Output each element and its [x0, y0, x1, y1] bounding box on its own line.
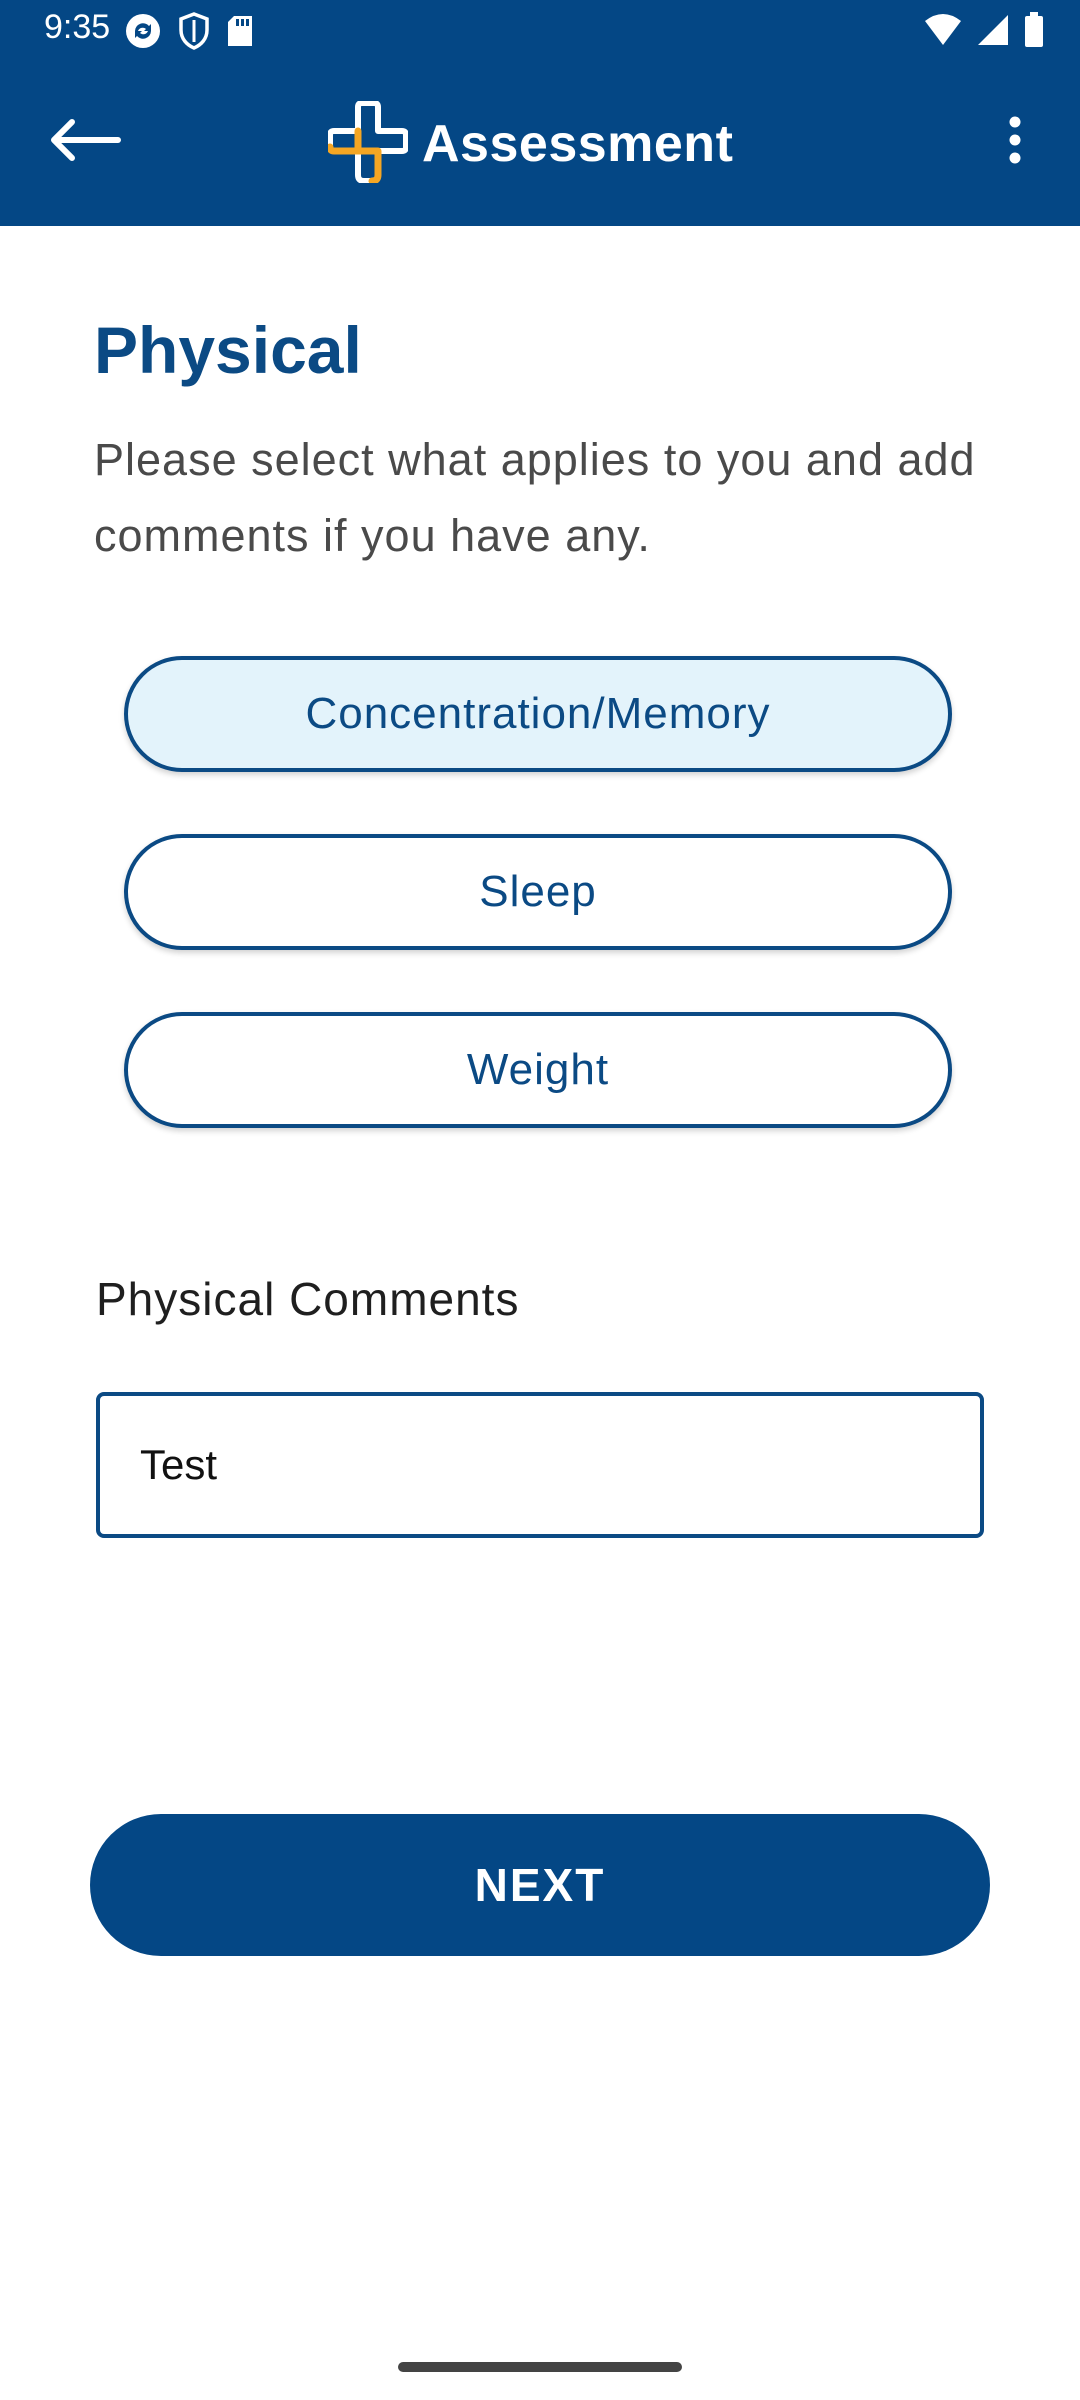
option-concentration-memory[interactable]: Concentration/Memory: [124, 656, 952, 772]
section-title: Physical: [94, 313, 362, 387]
app-bar: Assessment: [0, 64, 1080, 226]
wifi-icon: [924, 13, 962, 52]
assessment-screen: 9:35 Assessment Physical Please select w…: [0, 0, 1080, 2400]
home-indicator[interactable]: [398, 2362, 682, 2372]
section-instructions: Please select what applies to you and ad…: [94, 434, 976, 561]
arrow-left-icon: [46, 116, 122, 169]
comments-label: Physical Comments: [96, 1273, 520, 1325]
battery-icon: [1024, 12, 1044, 53]
status-time: 9:35: [44, 8, 111, 46]
more-options-button[interactable]: [980, 102, 1050, 182]
status-bar: 9:35: [0, 0, 1080, 64]
sync-icon: [124, 12, 162, 55]
status-icons-right: [924, 12, 1044, 53]
option-weight[interactable]: Weight: [124, 1012, 952, 1128]
app-title-group: Assessment: [326, 94, 734, 194]
app-title: Assessment: [422, 115, 734, 173]
sd-card-icon: [226, 14, 254, 53]
shield-icon: [178, 12, 210, 55]
more-vert-icon: [1007, 116, 1023, 169]
signal-icon: [976, 13, 1010, 52]
medical-cross-logo-icon: [326, 99, 409, 188]
back-button[interactable]: [34, 102, 134, 182]
next-button[interactable]: NEXT: [90, 1814, 990, 1956]
option-sleep[interactable]: Sleep: [124, 834, 952, 950]
status-icons-left: [124, 12, 254, 55]
comments-input[interactable]: [96, 1392, 984, 1538]
